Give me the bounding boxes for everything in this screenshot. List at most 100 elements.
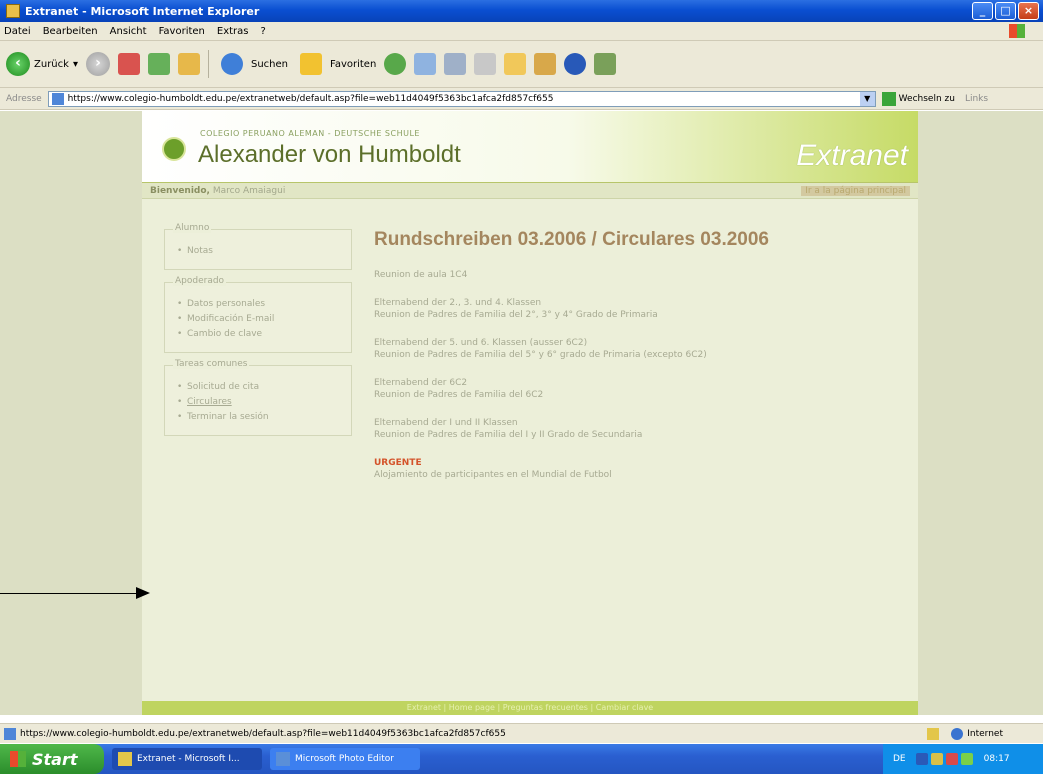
print-icon[interactable] bbox=[444, 53, 467, 75]
address-dropdown-icon[interactable]: ▼ bbox=[859, 91, 875, 106]
go-arrow-icon bbox=[881, 91, 896, 106]
menu-bearbeiten[interactable]: Bearbeiten bbox=[43, 26, 98, 37]
site-header: COLEGIO PERUANO ALEMAN - DEUTSCHE SCHULE… bbox=[142, 111, 918, 183]
homepage-link[interactable]: Ir a la página principal bbox=[801, 185, 910, 196]
sidebar: Alumno Notas Apoderado Datos personales … bbox=[164, 223, 352, 448]
search-icon bbox=[220, 53, 243, 75]
taskbar-item-photo-editor[interactable]: Microsoft Photo Editor bbox=[270, 748, 420, 770]
menu-datei[interactable]: Datei bbox=[4, 26, 31, 37]
messenger-icon[interactable] bbox=[534, 53, 557, 75]
main-content: Rundschreiben 03.2006 / Circulares 03.20… bbox=[374, 229, 904, 497]
site-footer[interactable]: Extranet | Home page | Preguntas frecuen… bbox=[142, 701, 918, 715]
school-subtitle: COLEGIO PERUANO ALEMAN - DEUTSCHE SCHULE bbox=[200, 129, 420, 138]
circular-line: Reunion de Padres de Familia del 5° y 6°… bbox=[374, 350, 707, 360]
school-logo-icon bbox=[162, 137, 186, 161]
taskbar-item-ie[interactable]: Extranet - Microsoft I... bbox=[112, 748, 262, 770]
urgent-text: Alojamiento de participantes en el Mundi… bbox=[374, 470, 612, 480]
favorites-button[interactable]: Favoriten bbox=[292, 46, 380, 82]
lock-icon bbox=[927, 727, 940, 740]
circular-line: Elternabend der 5. und 6. Klassen (ausse… bbox=[374, 338, 588, 348]
page-title: Rundschreiben 03.2006 / Circulares 03.20… bbox=[374, 229, 769, 250]
welcome-label: Bienvenido, bbox=[150, 185, 210, 196]
forward-button[interactable]: › bbox=[82, 46, 114, 82]
folder-icon[interactable] bbox=[504, 53, 527, 75]
links-button[interactable]: Links bbox=[965, 94, 988, 104]
address-url: https://www.colegio-humboldt.edu.pe/extr… bbox=[67, 93, 554, 104]
circular-line: Reunion de aula 1C4 bbox=[374, 270, 468, 280]
minimize-button[interactable]: _ bbox=[972, 2, 993, 20]
annotation-arrowhead bbox=[136, 587, 150, 599]
address-label: Adresse bbox=[6, 93, 42, 104]
windows-flag-icon bbox=[10, 751, 26, 767]
maximize-button[interactable]: □ bbox=[995, 2, 1016, 20]
photo-editor-icon bbox=[276, 752, 290, 766]
back-dropdown-icon[interactable]: ▾ bbox=[73, 59, 78, 70]
menu-ansicht[interactable]: Ansicht bbox=[110, 26, 147, 37]
sidebar-item-circulares[interactable]: Circulares bbox=[173, 395, 343, 410]
circular-line: Reunion de Padres de Familia del 2°, 3° … bbox=[374, 310, 658, 320]
sidebar-item-notas[interactable]: Notas bbox=[173, 244, 343, 259]
favorites-label: Favoriten bbox=[329, 58, 377, 70]
circular-line: Elternabend der I und II Klassen bbox=[374, 418, 518, 428]
section-legend: Alumno bbox=[173, 223, 212, 233]
language-indicator[interactable]: DE bbox=[893, 754, 906, 764]
mail-icon[interactable] bbox=[414, 53, 437, 75]
page-viewport: COLEGIO PERUANO ALEMAN - DEUTSCHE SCHULE… bbox=[0, 111, 1043, 715]
menu-help[interactable]: ? bbox=[261, 26, 266, 37]
sidebar-item-terminar-sesion[interactable]: Terminar la sesión bbox=[173, 410, 343, 425]
back-arrow-icon: ‹ bbox=[6, 52, 30, 76]
welcome-name: Marco Amaiagui bbox=[212, 185, 286, 196]
menu-extras[interactable]: Extras bbox=[217, 26, 249, 37]
stop-icon[interactable] bbox=[117, 53, 140, 75]
zone-label: Internet bbox=[967, 728, 1003, 739]
sidebar-section-alumno: Alumno Notas bbox=[164, 223, 352, 270]
urgent-circular-item[interactable]: URGENTE Alojamiento de participantes en … bbox=[374, 457, 904, 481]
start-label: Start bbox=[32, 749, 78, 769]
sidebar-section-tareas: Tareas comunes Solicitud de cita Circula… bbox=[164, 359, 352, 436]
go-label: Wechseln zu bbox=[898, 93, 955, 104]
bluetooth-icon[interactable] bbox=[564, 53, 587, 75]
address-input[interactable]: https://www.colegio-humboldt.edu.pe/extr… bbox=[47, 90, 876, 107]
circular-item[interactable]: Elternabend der 6C2 Reunion de Padres de… bbox=[374, 377, 904, 401]
urgent-label: URGENTE bbox=[374, 458, 422, 468]
close-button[interactable]: × bbox=[1018, 2, 1039, 20]
section-legend: Apoderado bbox=[173, 276, 227, 286]
volume-tray-icon[interactable] bbox=[960, 753, 973, 765]
title-bar: Extranet - Microsoft Internet Explorer _… bbox=[0, 0, 1043, 22]
start-button[interactable]: Start bbox=[0, 744, 104, 774]
home-icon[interactable] bbox=[177, 53, 200, 75]
back-button[interactable]: ‹ Zurück ▾ bbox=[2, 46, 82, 82]
sidebar-item-solicitud-cita[interactable]: Solicitud de cita bbox=[173, 380, 343, 395]
network-icon[interactable] bbox=[594, 53, 617, 75]
circular-line: Reunion de Padres de Familia del I y II … bbox=[374, 430, 643, 440]
circular-item[interactable]: Elternabend der 5. und 6. Klassen (ausse… bbox=[374, 337, 904, 361]
circular-line: Elternabend der 2., 3. und 4. Klassen bbox=[374, 298, 542, 308]
ie-icon bbox=[6, 4, 20, 18]
menu-bar: Datei Bearbeiten Ansicht Favoriten Extra… bbox=[0, 22, 1043, 41]
status-url: https://www.colegio-humboldt.edu.pe/extr… bbox=[20, 728, 506, 739]
sidebar-item-modificacion-email[interactable]: Modificación E-mail bbox=[173, 312, 343, 327]
refresh-icon[interactable] bbox=[147, 53, 170, 75]
address-bar: Adresse https://www.colegio-humboldt.edu… bbox=[0, 88, 1043, 110]
sidebar-item-cambio-clave[interactable]: Cambio de clave bbox=[173, 327, 343, 342]
welcome-bar: Bienvenido, Marco Amaiagui Ir a la págin… bbox=[142, 183, 918, 199]
circular-item[interactable]: Elternabend der I und II Klassen Reunion… bbox=[374, 417, 904, 441]
security-tray-icon[interactable] bbox=[945, 753, 958, 765]
task-label: Microsoft Photo Editor bbox=[295, 754, 394, 764]
edit-icon[interactable] bbox=[474, 53, 497, 75]
go-button[interactable]: Wechseln zu bbox=[881, 91, 955, 106]
sidebar-section-apoderado: Apoderado Datos personales Modificación … bbox=[164, 276, 352, 353]
task-label: Extranet - Microsoft I... bbox=[137, 754, 240, 764]
network-tray-icon[interactable] bbox=[930, 753, 943, 765]
sidebar-item-datos-personales[interactable]: Datos personales bbox=[173, 297, 343, 312]
search-button[interactable]: Suchen bbox=[213, 46, 292, 82]
history-icon[interactable] bbox=[384, 53, 407, 75]
menu-favoriten[interactable]: Favoriten bbox=[159, 26, 205, 37]
section-legend: Tareas comunes bbox=[173, 359, 250, 369]
circular-item[interactable]: Elternabend der 2., 3. und 4. Klassen Re… bbox=[374, 297, 904, 321]
bluetooth-tray-icon[interactable] bbox=[915, 753, 928, 765]
forward-arrow-icon: › bbox=[85, 52, 110, 76]
school-name: Alexander von Humboldt bbox=[198, 141, 461, 168]
circular-item[interactable]: Reunion de aula 1C4 bbox=[374, 269, 904, 281]
back-label: Zurück bbox=[34, 58, 69, 70]
